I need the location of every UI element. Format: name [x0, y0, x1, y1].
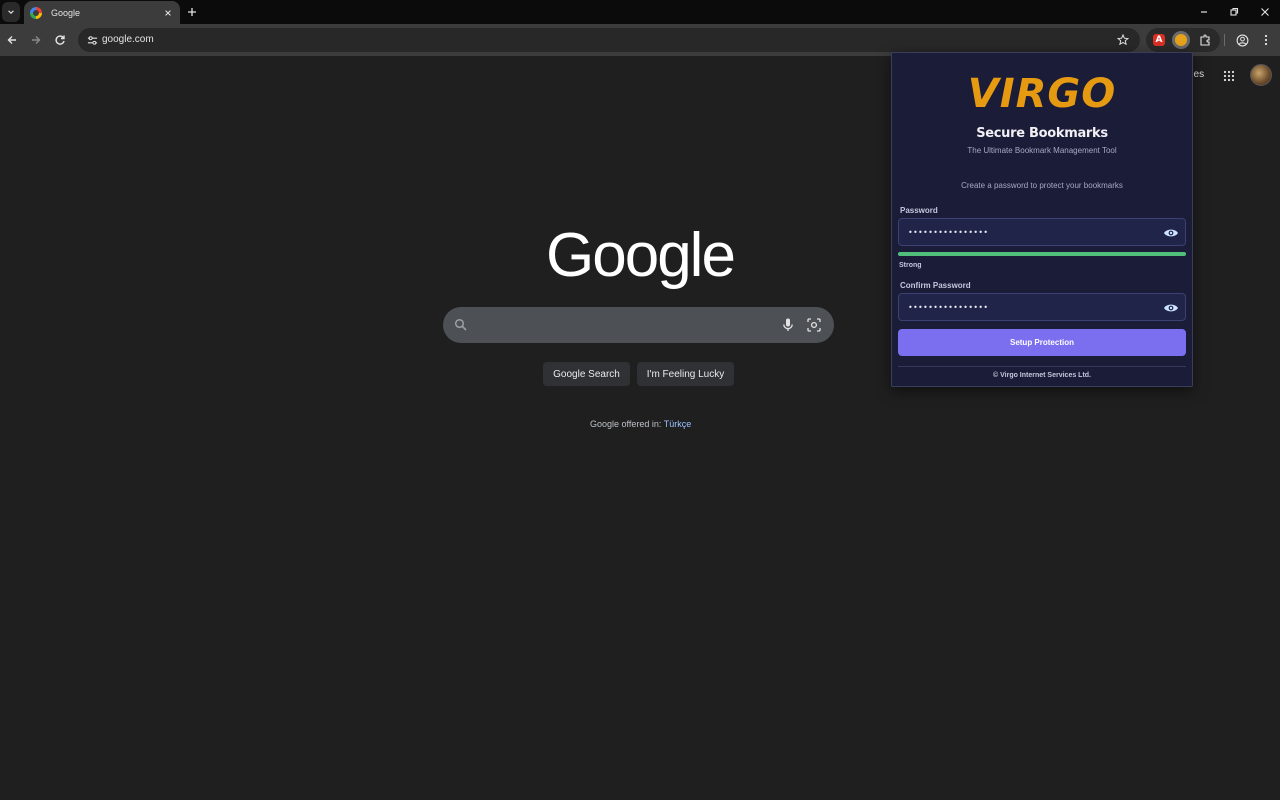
tab-google[interactable]: Google [24, 1, 180, 24]
acrobat-extension-button[interactable]: A [1150, 31, 1168, 49]
virgo-logo: VIRGO [968, 71, 1116, 115]
forward-button[interactable] [26, 30, 46, 50]
puzzle-icon [1200, 34, 1210, 46]
window-close-icon [1261, 8, 1269, 16]
confirm-password-value: •••••••••••••••• [908, 303, 989, 312]
reload-button[interactable] [50, 30, 70, 50]
password-field[interactable]: •••••••••••••••• [898, 218, 1186, 246]
profile-icon [1236, 34, 1248, 46]
search-input[interactable] [477, 313, 777, 337]
eye-icon[interactable] [1163, 226, 1179, 240]
chevron-down-icon [8, 10, 14, 14]
virgo-extension-button[interactable] [1172, 31, 1190, 49]
extensions-area: A [1146, 28, 1220, 52]
tab-close-button[interactable] [162, 7, 174, 19]
restore-icon [1230, 7, 1239, 16]
bookmark-star-button[interactable] [1114, 31, 1132, 49]
new-tab-button[interactable] [184, 3, 200, 21]
microphone-icon[interactable] [779, 316, 797, 334]
feeling-lucky-button[interactable]: I'm Feeling Lucky [637, 362, 734, 386]
plus-icon [188, 8, 196, 16]
virgo-extension-popup: VIRGO Secure Bookmarks The Ultimate Book… [891, 52, 1193, 387]
language-offer-text: Google offered in: [590, 419, 664, 429]
password-strength-text: Strong [899, 262, 922, 269]
tab-title: Google [51, 7, 81, 18]
google-search-box[interactable] [443, 307, 834, 343]
window-close-button[interactable] [1250, 0, 1280, 24]
profile-button[interactable] [1232, 30, 1252, 50]
virgo-icon [1175, 34, 1187, 46]
password-strength-bar [898, 252, 1186, 256]
language-link-turkish[interactable]: Türkçe [664, 419, 692, 429]
confirm-password-field[interactable]: •••••••••••••••• [898, 293, 1186, 321]
popup-title: Secure Bookmarks [976, 126, 1108, 141]
close-icon [165, 9, 171, 16]
eye-icon[interactable] [1163, 301, 1179, 315]
browser-menu-button[interactable] [1256, 30, 1276, 50]
camera-lens-icon[interactable] [805, 316, 823, 334]
confirm-password-label: Confirm Password [900, 281, 971, 290]
url-text: google.com [102, 34, 154, 45]
tab-search-button[interactable] [2, 2, 20, 22]
minimize-icon [1201, 11, 1207, 13]
minimize-button[interactable] [1189, 0, 1219, 24]
popup-divider [898, 366, 1186, 367]
search-icon [454, 318, 467, 331]
site-settings-icon [87, 35, 97, 45]
popup-prompt: Create a password to protect your bookma… [961, 181, 1123, 190]
back-button[interactable] [2, 30, 22, 50]
popup-footer: © Virgo Internet Services Ltd. [993, 372, 1091, 379]
star-icon [1117, 34, 1129, 46]
password-strength-fill [898, 252, 1186, 256]
toolbar-separator [1224, 34, 1225, 46]
back-icon [7, 36, 16, 44]
reload-icon [55, 35, 65, 45]
google-apps-button[interactable] [1219, 66, 1239, 86]
google-g-icon [30, 6, 42, 19]
account-avatar[interactable] [1250, 64, 1272, 86]
password-value: •••••••••••••••• [908, 228, 989, 237]
acrobat-icon: A [1153, 34, 1165, 46]
google-search-button[interactable]: Google Search [543, 362, 630, 386]
tab-strip: Google [0, 0, 1280, 24]
password-label: Password [900, 206, 938, 215]
apps-grid-icon [1223, 70, 1235, 82]
virgo-logo-text: VIRGO [968, 71, 1116, 115]
address-bar[interactable]: google.com [78, 28, 1140, 52]
site-settings-button[interactable] [82, 30, 102, 50]
language-offer: Google offered in: Türkçe [590, 419, 691, 429]
popup-subtitle: The Ultimate Bookmark Management Tool [967, 146, 1117, 155]
forward-icon [32, 36, 41, 44]
extensions-menu-button[interactable] [1196, 31, 1214, 49]
restore-button[interactable] [1219, 0, 1249, 24]
google-logo: Google [546, 221, 736, 290]
setup-protection-button[interactable]: Setup Protection [898, 329, 1186, 356]
kebab-menu-icon [1264, 34, 1268, 46]
